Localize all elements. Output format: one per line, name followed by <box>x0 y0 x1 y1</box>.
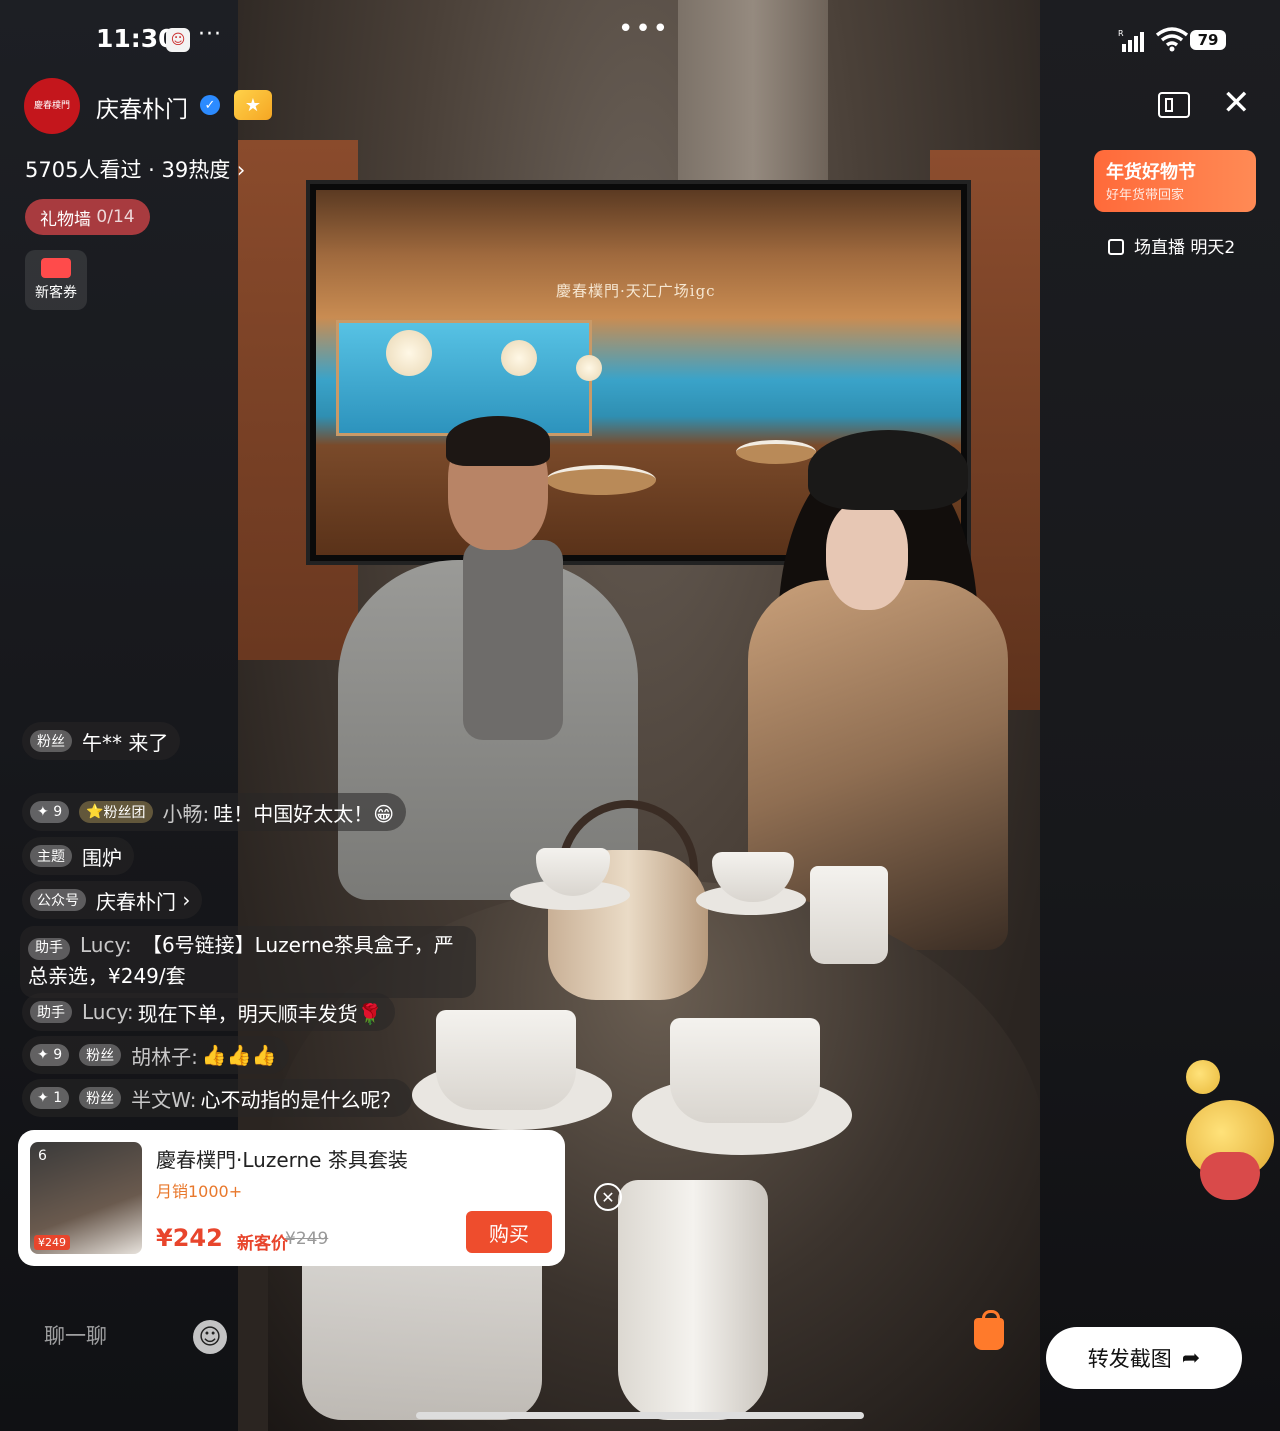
share-screenshot-button[interactable]: 转发截图 ➦ <box>1046 1327 1242 1389</box>
assistant-tag: 助手 <box>28 937 70 960</box>
home-indicator[interactable] <box>416 1412 864 1419</box>
battery-indicator: 79 <box>1190 30 1226 50</box>
assistant-message[interactable]: 助手 Lucy: 现在下单，明天顺丰发货🌹 <box>22 993 395 1031</box>
like-sticker-icon[interactable] <box>1186 1100 1276 1200</box>
gift-wall-count: 0/14 <box>96 207 135 227</box>
chat-input[interactable]: 聊一聊 <box>44 1320 107 1350</box>
comment-user[interactable]: 胡林子: <box>131 1041 198 1070</box>
chat-message[interactable]: ✦ 9 ⭐ 粉丝团 小畅: 哇！中国好太太！😁 <box>22 793 407 831</box>
account-tag: 公众号 <box>30 889 86 911</box>
fan-team-badge: ⭐ 粉丝团 <box>79 801 153 823</box>
comment-user[interactable]: Lucy: <box>82 1000 134 1024</box>
lantern <box>576 355 602 381</box>
new-customer-price-tag: 新客价 <box>237 1234 288 1254</box>
level-badge: ✦ 9 <box>30 801 70 823</box>
woman-hat <box>808 430 968 510</box>
viewer-count: 5705人看过 · 39热度 <box>25 158 231 182</box>
svg-text:R: R <box>1118 29 1124 38</box>
chat-message[interactable]: ✦ 9 粉丝 胡林子: 👍👍👍 <box>22 1036 289 1074</box>
comment-text: 现在下单，明天顺丰发货🌹 <box>137 1001 383 1026</box>
viewer-stats[interactable]: 5705人看过 · 39热度 › <box>25 154 245 184</box>
close-icon[interactable]: ✕ <box>1222 86 1251 120</box>
product-price: ¥242 <box>156 1224 223 1252</box>
product-title[interactable]: 慶春樸門·Luzerne 茶具套装 <box>156 1144 408 1173</box>
emoji-icon[interactable]: ☺ <box>193 1320 227 1354</box>
entry-text: 午** 来了 <box>82 730 169 755</box>
emoji-sticker-icon <box>1186 1060 1220 1094</box>
topic-text: 围炉 <box>82 845 122 870</box>
topic-pill[interactable]: 主题 围炉 <box>22 837 134 875</box>
level-badge: ✦ 1 <box>30 1087 70 1109</box>
coupon-label: 新客券 <box>35 285 77 301</box>
lantern <box>386 330 432 376</box>
wifi-icon <box>1155 27 1189 52</box>
anchor-avatar[interactable]: 慶春樸門 <box>24 78 80 134</box>
woman-face <box>826 500 908 610</box>
fan-tag: 粉丝 <box>79 1087 122 1109</box>
product-sales: 月销1000+ <box>156 1182 243 1201</box>
window-menu-dots[interactable]: ••• <box>618 14 670 44</box>
chevron-right-icon: › <box>182 888 191 912</box>
signal-icon: R <box>1118 29 1144 52</box>
concrete-pillar <box>678 0 828 200</box>
right-backdrop <box>1040 0 1280 1431</box>
schedule-text: 场直播 明天2 <box>1134 238 1236 258</box>
comment-text: 👍👍👍 <box>201 1043 277 1067</box>
share-arrow-icon: ➦ <box>1181 1345 1201 1371</box>
product-card[interactable]: 6 ¥249 慶春樸門·Luzerne 茶具套装 月销1000+ ¥242 新客… <box>18 1130 565 1266</box>
gift-wall-button[interactable]: 礼物墙 0/14 <box>25 199 150 235</box>
teacup <box>302 1250 542 1420</box>
product-image-price: ¥249 <box>34 1235 70 1250</box>
assistant-tag: 助手 <box>30 1001 72 1023</box>
tv-window <box>336 320 592 436</box>
share-label: 转发截图 <box>1087 1347 1172 1371</box>
comment-user[interactable]: Lucy: <box>80 933 132 957</box>
new-customer-coupon[interactable]: 新客券 <box>25 250 87 310</box>
pitcher <box>618 1180 768 1420</box>
shopping-bag-icon[interactable] <box>974 1310 1004 1350</box>
promo-banner[interactable]: 年货好物节 好年货带回家 <box>1094 150 1256 212</box>
product-rank: 6 <box>38 1148 47 1164</box>
official-account-pill[interactable]: 公众号 庆春朴门 › <box>22 881 203 919</box>
man-hair <box>446 416 550 466</box>
coupon-icon <box>41 258 71 278</box>
chevron-right-icon: › <box>236 158 246 182</box>
notification-avatar-icon: ☺ <box>166 28 190 52</box>
teacup <box>436 1010 576 1110</box>
comment-text: 哇！中国好太太！😁 <box>213 801 395 826</box>
entry-notice: 粉丝 午** 来了 <box>22 722 181 760</box>
status-more-icon: ··· <box>198 22 222 47</box>
buy-button[interactable]: 购买 <box>466 1211 552 1253</box>
topic-tag: 主题 <box>30 845 72 867</box>
teacup <box>670 1018 820 1123</box>
man-scarf <box>463 540 563 740</box>
close-icon[interactable]: ✕ <box>594 1183 622 1211</box>
layout-toggle-icon[interactable] <box>1158 92 1190 118</box>
comment-user[interactable]: 半文W: <box>131 1084 196 1113</box>
account-name: 庆春朴门 <box>96 889 176 914</box>
verified-icon: ✓ <box>200 95 220 115</box>
live-schedule[interactable]: 场直播 明天2 <box>1108 233 1248 258</box>
fan-tag: 粉丝 <box>30 730 72 752</box>
status-time: 11:30 <box>96 24 176 53</box>
promo-subtitle: 好年货带回家 <box>1106 188 1185 203</box>
original-price: ¥249 <box>285 1229 329 1249</box>
chat-message[interactable]: ✦ 1 粉丝 半文W: 心不动指的是什么呢？ <box>22 1079 413 1117</box>
fan-tag: 粉丝 <box>79 1044 122 1066</box>
anchor-name[interactable]: 庆春朴门 <box>96 90 188 124</box>
star-badge-icon[interactable]: ★ <box>234 90 272 120</box>
lantern <box>501 340 537 376</box>
assistant-message[interactable]: 助手 Lucy: 【6号链接】Luzerne茶具盒子，严总亲选，¥249/套 <box>20 926 476 998</box>
promo-title: 年货好物节 <box>1106 162 1196 183</box>
calendar-icon <box>1108 239 1124 255</box>
gift-wall-label: 礼物墙 <box>40 209 91 230</box>
tea-mug <box>810 866 888 964</box>
comment-text: 心不动指的是什么呢？ <box>200 1087 401 1112</box>
comment-user[interactable]: 小畅: <box>163 798 210 827</box>
level-badge: ✦ 9 <box>30 1044 70 1066</box>
product-image[interactable]: 6 ¥249 <box>30 1142 142 1254</box>
tv-caption: 慶春樸門·天汇广场igc <box>556 282 716 300</box>
